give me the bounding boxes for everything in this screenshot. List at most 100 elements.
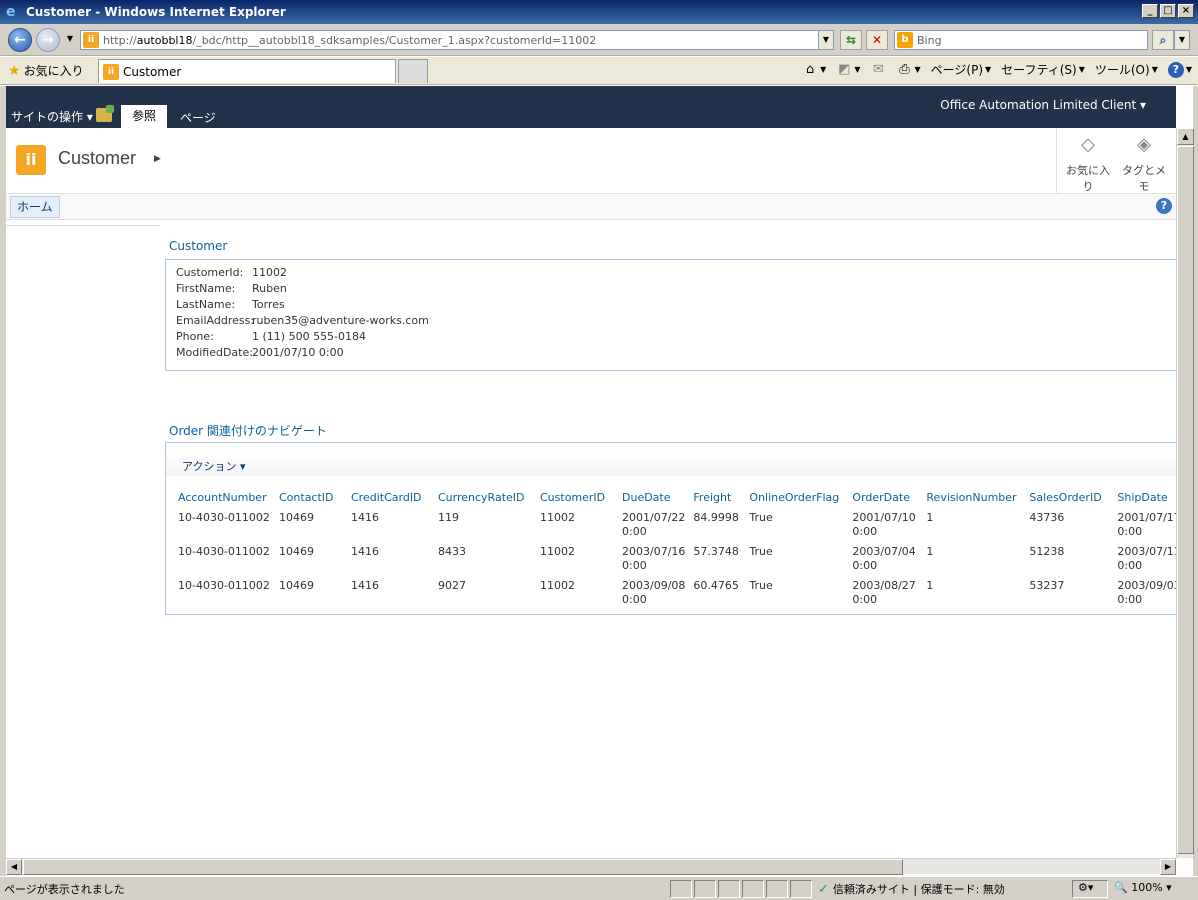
search-button[interactable]: ⌕ — [1152, 30, 1174, 50]
help-menu[interactable]: ? ▼ — [1167, 61, 1192, 78]
table-cell: 10469 — [279, 511, 314, 524]
table-cell: 8433 — [438, 545, 466, 558]
scroll-right-button[interactable]: ▶ — [1160, 859, 1176, 875]
command-bar: ⌂ ▼ ◩ ▼ ✉ ⎙ ▼ ページ(P) ▼ セーフティ(S) ▼ ツール(O) ▼ ? ▼ — [802, 61, 1192, 78]
table-cell: 2003/07/16 0:00 — [622, 545, 686, 572]
zoom-level[interactable]: 🔍 100% ▾ — [1114, 881, 1172, 894]
column-header-salesorderid[interactable]: SalesOrderID — [1025, 487, 1113, 507]
status-pane — [790, 880, 812, 898]
table-cell: 10-4030-011002 — [178, 511, 270, 524]
horizontal-scrollbar[interactable]: ◀ ▶ — [6, 858, 1176, 875]
print-button[interactable]: ⎙ ▼ — [896, 62, 920, 78]
protected-mode-icon[interactable]: ⚙▾ — [1078, 881, 1093, 894]
table-cell: 1416 — [351, 511, 379, 524]
table-cell: True — [749, 511, 773, 524]
browser-tab[interactable]: ii Customer — [98, 59, 396, 83]
maximize-button[interactable]: □ — [1160, 4, 1176, 18]
table-cell: 1416 — [351, 579, 379, 592]
stop-button[interactable]: ✕ — [866, 30, 888, 50]
customer-field-row: CustomerId: 11002 — [176, 266, 287, 279]
status-pane — [742, 880, 764, 898]
tags-notes-icon: ◈ — [1137, 134, 1151, 155]
favorites-button[interactable]: ★ お気に入り — [8, 62, 84, 79]
table-cell: 10469 — [279, 545, 314, 558]
orders-action-bar: アクション ▾ — [166, 450, 1176, 476]
horizontal-scroll-thumb[interactable] — [23, 859, 903, 875]
column-header-onlineorderflag[interactable]: OnlineOrderFlag — [745, 487, 848, 507]
actions-menu[interactable]: アクション ▾ — [182, 458, 245, 474]
social-buttons: ◇ お気に入り ◈ タグとメモ — [1056, 128, 1176, 194]
status-pane — [670, 880, 692, 898]
forward-button[interactable]: → — [36, 28, 60, 52]
close-window-button[interactable]: × — [1178, 4, 1194, 18]
navigate-up-icon[interactable] — [96, 105, 114, 122]
user-menu[interactable]: Office Automation Limited Client ▾ — [940, 98, 1146, 112]
security-zone[interactable]: ✓ 信頼済みサイト | 保護モード: 無効 — [818, 881, 1005, 897]
minimize-button[interactable]: _ — [1142, 4, 1158, 18]
column-header-customerid[interactable]: CustomerID — [536, 487, 618, 507]
address-bar[interactable]: ii http://autobbl18/_bdc/http__autobbl18… — [80, 30, 834, 50]
vertical-scrollbar[interactable]: ▲ — [1176, 128, 1194, 858]
table-cell: True — [749, 545, 773, 558]
scroll-up-button[interactable]: ▲ — [1177, 128, 1194, 145]
feeds-button[interactable]: ◩ ▼ — [836, 62, 860, 78]
column-header-freight[interactable]: Freight — [689, 487, 745, 507]
orders-header-row: AccountNumber ContactID CreditCardID Curren… — [174, 487, 1185, 507]
customer-field-row: ModifiedDate: 2001/07/10 0:00 — [176, 346, 344, 359]
like-button[interactable]: ◇ お気に入り — [1061, 134, 1115, 194]
table-cell: 2003/09/03 0:00 — [1117, 579, 1181, 606]
window-title-bar: e Customer - Windows Internet Explorer _… — [0, 0, 1198, 24]
table-row: 10-4030-011002 10469 1416 9027 11002 2003/09/… — [174, 575, 1185, 609]
top-navigation: ホーム ? — [6, 194, 1176, 220]
nav-home[interactable]: ホーム — [10, 196, 60, 218]
mail-icon: ✉ — [873, 61, 884, 77]
tab-browse[interactable]: 参照 — [121, 105, 167, 128]
search-options-dropdown[interactable]: ▼ — [1174, 30, 1190, 50]
breadcrumb-arrow-icon[interactable]: ▶ — [154, 154, 161, 164]
orders-table: AccountNumber ContactID CreditCardID Curren… — [174, 487, 1185, 609]
column-header-orderdate[interactable]: OrderDate — [848, 487, 922, 507]
column-header-creditcardid[interactable]: CreditCardID — [347, 487, 434, 507]
rss-icon: ◩ — [838, 61, 851, 77]
scroll-left-button[interactable]: ◀ — [6, 859, 22, 875]
column-header-shipdate[interactable]: ShipDate — [1113, 487, 1184, 507]
page-help-icon[interactable]: ? — [1156, 198, 1172, 214]
status-pane — [694, 880, 716, 898]
page-menu[interactable]: ページ(P) ▼ — [931, 61, 992, 78]
address-dropdown[interactable]: ▼ — [818, 30, 834, 50]
new-tab-button[interactable] — [398, 59, 428, 83]
window-title: Customer - Windows Internet Explorer — [26, 5, 286, 19]
recent-pages-dropdown[interactable]: ▼ — [62, 30, 78, 50]
site-actions-menu[interactable]: サイトの操作 ▾ — [11, 108, 93, 125]
vertical-scroll-thumb[interactable] — [1177, 146, 1194, 854]
column-header-contactid[interactable]: ContactID — [275, 487, 347, 507]
safety-menu[interactable]: セーフティ(S) ▼ — [1001, 61, 1085, 78]
table-cell: 2001/07/17 0:00 — [1117, 511, 1181, 538]
table-cell: 10469 — [279, 579, 314, 592]
table-cell: 1 — [926, 579, 934, 592]
home-button[interactable]: ⌂ ▼ — [802, 62, 826, 78]
back-button[interactable]: ← — [8, 28, 32, 52]
table-cell: 43736 — [1029, 511, 1065, 524]
column-header-currencyrateid[interactable]: CurrencyRateID — [434, 487, 536, 507]
orders-body: 10-4030-011002 10469 1416 119 11002 2001/07/2… — [174, 507, 1185, 609]
mail-button[interactable]: ✉ — [870, 62, 886, 78]
home-icon: ⌂ — [806, 61, 815, 77]
status-bar: ページが表示されました ✓ 信頼済みサイト | 保護モード: 無効 ⚙▾ 🔍 1… — [0, 876, 1198, 900]
table-cell: 1416 — [351, 545, 379, 558]
column-header-duedate[interactable]: DueDate — [618, 487, 689, 507]
tools-menu[interactable]: ツール(O) ▼ — [1095, 61, 1158, 78]
table-cell: 1 — [926, 545, 934, 558]
table-cell: 119 — [438, 511, 459, 524]
trusted-check-icon: ✓ — [818, 881, 829, 897]
table-cell: 51238 — [1029, 545, 1065, 558]
table-cell: 11002 — [540, 545, 575, 558]
refresh-button[interactable]: ⇆ — [840, 30, 862, 50]
column-header-revisionnumber[interactable]: RevisionNumber — [922, 487, 1025, 507]
search-box[interactable]: b Bing — [894, 30, 1148, 50]
tags-notes-button[interactable]: ◈ タグとメモ — [1117, 134, 1171, 194]
tab-page[interactable]: ページ — [180, 109, 216, 126]
address-text[interactable]: http://autobbl18/_bdc/http__autobbl18_sd… — [103, 34, 596, 47]
column-header-accountnumber[interactable]: AccountNumber — [174, 487, 275, 507]
ie-logo-icon: e — [6, 4, 16, 20]
